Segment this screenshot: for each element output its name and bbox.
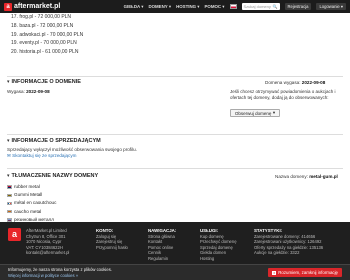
spanish-flag-icon [7,209,12,214]
list-item[interactable]: 20. historia.pl - 61 000,00 PLN [11,48,83,57]
accept-cookies-button[interactable]: x Rozumiem, zamknij informację [268,268,342,277]
language-flag-icon[interactable] [229,4,237,9]
contact-seller-link[interactable]: ✉ Skontaktuj się ze sprzedającym [7,153,76,159]
divider [7,134,343,135]
german-flag-icon [7,193,12,198]
translation-list: rubber metal Gummi Metall métal en caout… [7,183,56,224]
registered-date: Domena wygasa: 2022-09-08 [265,80,326,85]
logo[interactable]: a aftermarket.pl [4,2,61,11]
french-flag-icon [7,201,12,206]
seller-description: Sprzedający wyłączył możliwość obserwowa… [7,147,137,152]
cookie-text: Informujemy, że nasza strona korzysta z … [8,267,112,278]
section-title: TŁUMACZENIE NAZWY DOMENY [11,173,99,179]
list-item: rubber metal [7,183,56,191]
list-item[interactable]: 19. eventy.pl - 70 000,00 PLN [11,39,83,48]
footer-statistics: STATYSTYKI: Zarejestrowane domeny: 41465… [254,228,324,256]
list-item: Gummi Metall [7,191,56,199]
divider [7,76,343,77]
list-item: métal en caoutchouc [7,199,56,207]
section-seller-info[interactable]: ▾ INFORMACJE O SPRZEDAJĄCYM [7,138,101,144]
footer-link[interactable]: Przypomnij hasło [96,245,128,251]
footer-services: USŁUGI: Kup domenę Przechwyć domenę Sprz… [200,228,237,262]
footer-logo: a [8,228,21,241]
footer-account: KONTO: Zaloguj się Zarejestruj się Przyp… [96,228,128,250]
login-button[interactable]: Logowanie ▾ [316,2,346,11]
top-navigation-bar: a aftermarket.pl GIEŁDA ▾ DOMENY ▾ HOSTI… [0,0,350,13]
main-nav: GIEŁDA ▾ DOMENY ▾ HOSTING ▾ POMOC ▾ Szuk… [124,2,346,11]
chevron-down-icon: ▾ [272,110,276,115]
list-item[interactable]: 19. adwokaci.pl - 70 000,00 PLN [11,31,83,40]
envelope-icon: ✉ [7,153,11,158]
nav-pomoc[interactable]: POMOC ▾ [205,4,225,10]
footer-link[interactable]: Przechwyć domenę [200,239,237,245]
list-item[interactable]: 18. baza.pl - 72 000,00 PLN [11,22,83,31]
cookie-banner: Informujemy, że nasza strona korzysta z … [0,264,350,280]
logo-icon: a [4,2,12,11]
search-placeholder: Szukaj domeny [243,4,271,9]
watch-domain-button[interactable]: Obserwuj domenę ▾ [230,109,280,117]
search-input[interactable]: Szukaj domeny 🔍 [241,3,280,10]
section-translation[interactable]: ▾ TŁUMACZENIE NAZWY DOMENY [7,173,98,179]
footer-link[interactable]: Regulamin [148,256,176,262]
nav-hosting[interactable]: HOSTING ▾ [176,4,199,10]
domain-name-display: Nazwa domeny: metal-gum.pl [275,174,338,179]
uk-flag-icon [7,185,12,189]
list-item[interactable]: 17. frog.pl - 72 000,00 PLN [11,13,83,22]
footer-link[interactable]: Hosting [200,256,237,262]
cookie-policy-link[interactable]: Więcej informacji w polityce cookies » [8,273,78,278]
price-ranking-list: 17. frog.pl - 72 000,00 PLN 18. baza.pl … [11,13,83,57]
search-icon[interactable]: 🔍 [273,4,278,9]
section-domain-info[interactable]: ▾ INFORMACJE O DOMENIE [7,79,81,85]
register-button[interactable]: Rejestracja [284,2,312,11]
close-icon: x [272,270,277,275]
divider [7,168,343,169]
nav-gielda[interactable]: GIEŁDA ▾ [124,4,144,10]
footer-navigation: NAWIGACJA: Strona główna Kontakt Pomoc o… [148,228,177,262]
chevron-down-icon: ▾ [7,138,10,144]
chevron-down-icon: ▾ [7,173,10,179]
expiry-date: Wygasa: 2022-09-08 [7,89,50,94]
section-title: INFORMACJE O DOMENIE [11,79,81,85]
list-item: caucho metal [7,208,56,216]
watch-description: Jeśli chcesz otrzymywać powiadomienia o … [230,89,336,100]
section-title: INFORMACJE O SPRZEDAJĄCYM [11,138,101,144]
chevron-down-icon: ▾ [7,79,10,85]
nav-domeny[interactable]: DOMENY ▾ [148,4,171,10]
footer-company: AfterMarket.pl Limited Chytrun 8, Office… [26,228,70,256]
logo-text: aftermarket.pl [14,3,61,10]
